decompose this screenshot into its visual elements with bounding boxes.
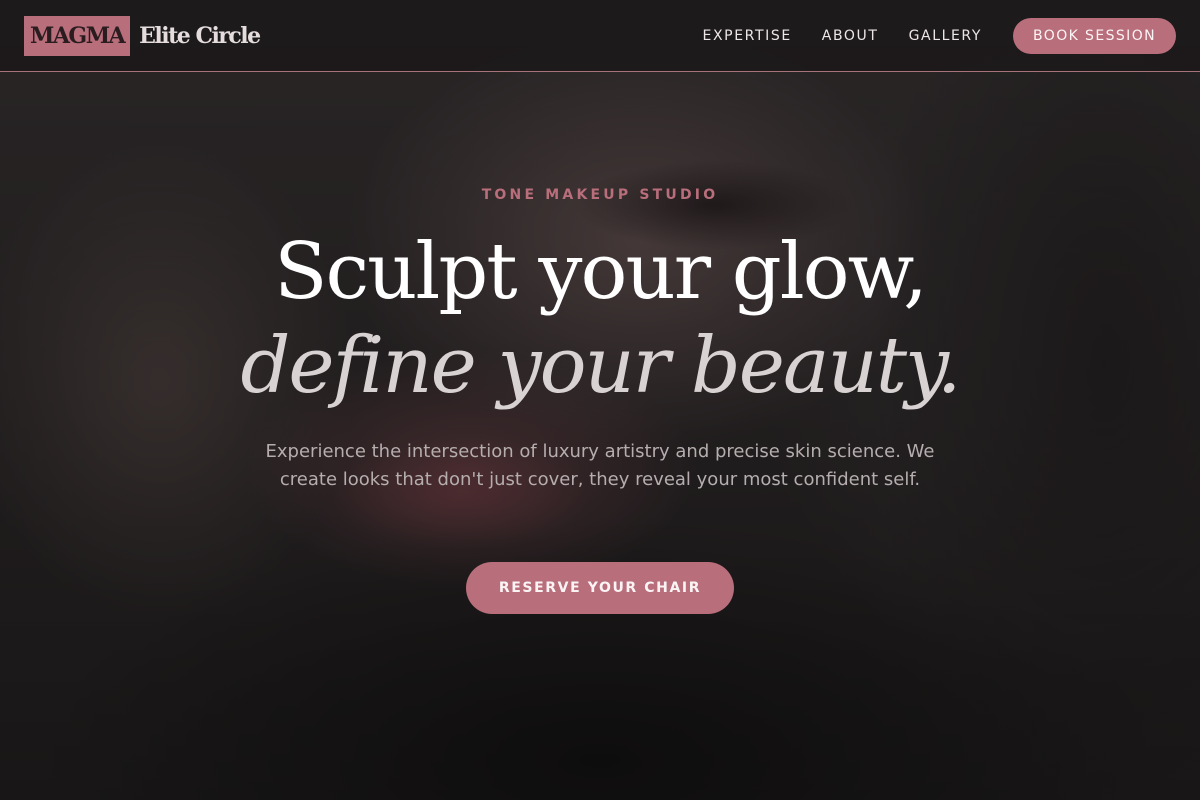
hero-description: Experience the intersection of luxury ar… <box>265 441 935 490</box>
book-session-button[interactable]: BOOK SESSION <box>1013 18 1176 54</box>
nav-link-gallery[interactable]: GALLERY <box>909 28 982 44</box>
brand-name: Elite Circle <box>139 23 261 49</box>
hero-eyebrow: TONE MAKEUP STUDIO <box>481 187 719 203</box>
hero-headline-line2: define your beauty. <box>240 321 961 411</box>
nav-link-expertise[interactable]: EXPERTISE <box>703 28 792 44</box>
hero-headline-line1: Sculpt your glow, <box>274 227 928 317</box>
main-nav: EXPERTISE ABOUT GALLERY BOOK SESSION <box>703 18 1176 54</box>
brand-logo[interactable]: MAGMA Elite Circle <box>24 16 261 56</box>
top-navbar: MAGMA Elite Circle EXPERTISE ABOUT GALLE… <box>0 0 1200 72</box>
brand-logo-box: MAGMA <box>24 16 131 56</box>
nav-link-about[interactable]: ABOUT <box>822 28 879 44</box>
landing-page: MAGMA Elite Circle EXPERTISE ABOUT GALLE… <box>0 0 1200 800</box>
reserve-chair-button[interactable]: RESERVE YOUR CHAIR <box>466 562 734 614</box>
